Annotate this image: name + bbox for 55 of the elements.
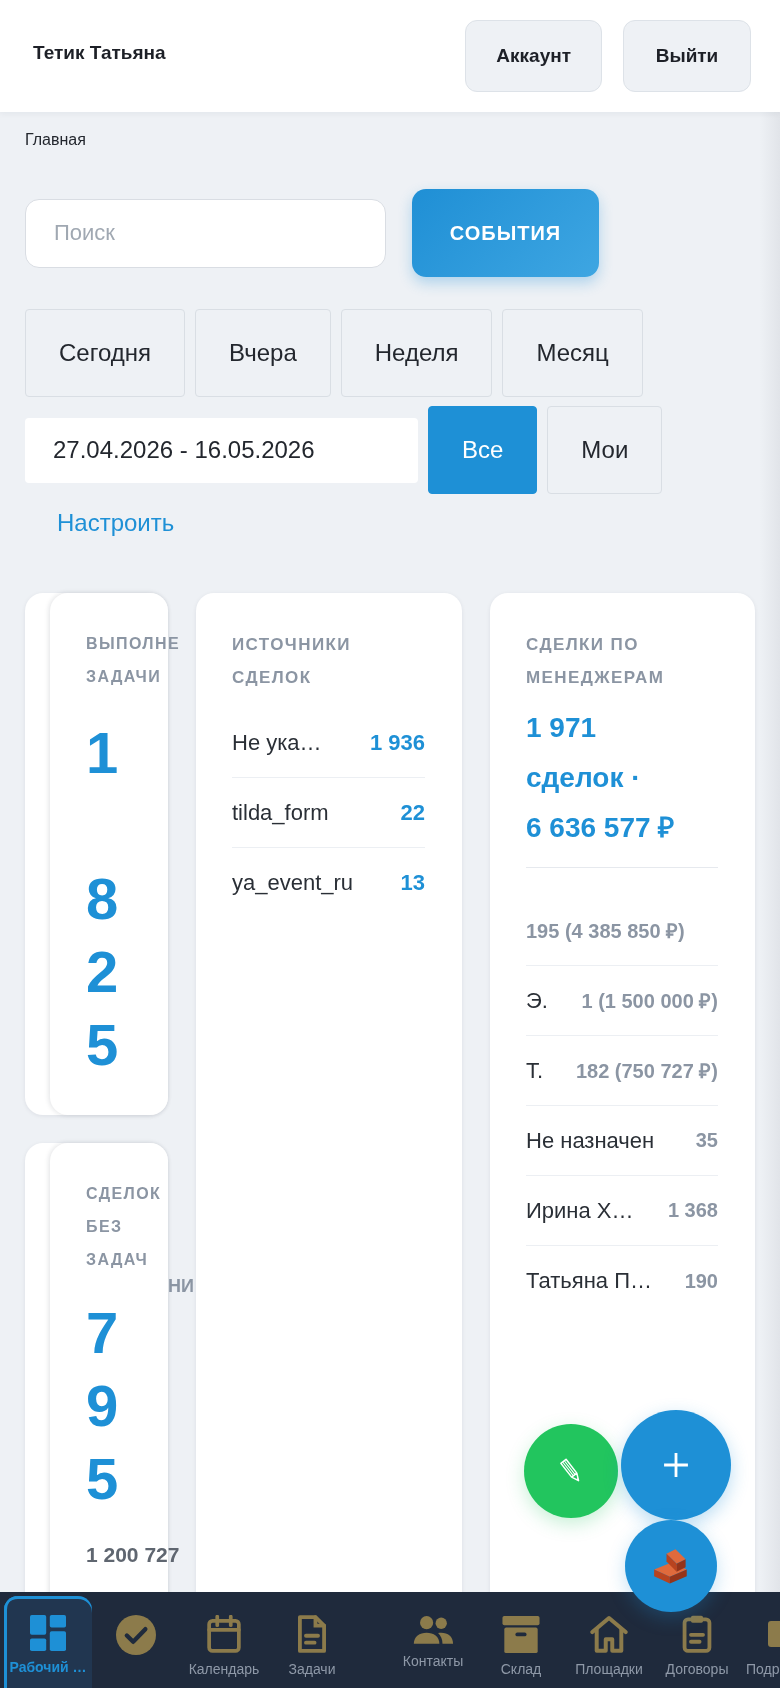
breadcrumb[interactable]: Главная <box>25 130 86 150</box>
stat-value: 795 <box>86 1299 120 1513</box>
manager-name: Не назначен <box>526 1127 655 1154</box>
source-count: 22 <box>400 799 425 826</box>
user-name: Тетик Татьяна <box>33 42 167 64</box>
events-button[interactable]: СОБЫТИЯ <box>412 189 599 277</box>
manager-count: 195 (4 385 850 ₽) <box>526 919 685 944</box>
header-button[interactable]: Аккаунт <box>465 20 602 92</box>
stat-value: 1 825 <box>86 719 120 1079</box>
nav-item[interactable]: Рабочий … <box>4 1596 92 1688</box>
manager-count: 1 368 <box>667 1199 718 1222</box>
plus-icon <box>663 1452 689 1478</box>
manager-name: Т. <box>526 1057 544 1084</box>
period-tab[interactable]: Сегодня <box>25 309 185 397</box>
nav-item[interactable]: Договоры <box>653 1614 741 1688</box>
source-name: Не ука… <box>232 729 322 756</box>
card-title: СДЕЛОК БЕЗ ЗАДАЧ <box>86 1184 162 1270</box>
nav-item[interactable]: Подр <box>741 1614 780 1688</box>
nav-item[interactable]: Задачи <box>268 1614 356 1688</box>
nav-item[interactable]: Контакты <box>389 1614 477 1688</box>
people-icon <box>412 1615 454 1645</box>
scope-tab[interactable]: Все <box>428 406 538 494</box>
house-icon <box>590 1615 628 1653</box>
manager-count: 35 <box>695 1129 718 1152</box>
source-name: ya_event_ru <box>232 870 354 896</box>
manager-name: Э. <box>526 987 548 1014</box>
card-title: СДЕЛКИ ПО МЕНЕДЖЕРАМ <box>526 634 666 689</box>
nav-item[interactable]: Календарь <box>180 1614 268 1688</box>
calendar-icon <box>205 1615 243 1653</box>
nav-item[interactable]: Склад <box>477 1614 565 1688</box>
archive-box-icon <box>502 1615 540 1653</box>
check-circle-icon <box>116 1615 156 1655</box>
card-title: ИСТОЧНИКИ СДЕЛОК <box>232 634 352 689</box>
period-tab[interactable]: Вчера <box>195 309 331 397</box>
scope-tab[interactable]: Мои <box>547 406 663 494</box>
source-name: tilda_form <box>232 799 329 826</box>
manager-name: Татьяна П… <box>526 1268 652 1294</box>
header-button[interactable]: Выйти <box>623 20 751 92</box>
manager-count: 190 <box>684 1269 718 1293</box>
date-range-field[interactable]: 27.04.2026 - 16.05.2026 <box>25 417 418 483</box>
deals-summary: 1 971 сделок · 6 636 577 ₽ <box>526 711 676 845</box>
amount-text: 1 200 727 <box>86 1542 180 1568</box>
card-title: ВЫПОЛНЕ ЗАДАЧИ <box>86 634 181 687</box>
source-count: 13 <box>400 870 425 896</box>
dashboard-icon <box>30 1615 66 1651</box>
text-fragment: НИ <box>168 1276 194 1296</box>
manager-count: 182 (750 727 ₽) <box>575 1059 718 1084</box>
search-field[interactable]: Поиск <box>25 198 386 268</box>
period-tab[interactable]: Месяц <box>502 309 643 397</box>
manager-name: Ирина Х… <box>526 1197 634 1224</box>
manager-count: 1 (1 500 000 ₽) <box>581 989 718 1014</box>
period-tab[interactable]: Неделя <box>340 309 493 397</box>
settings-link[interactable]: Настроить <box>57 508 175 538</box>
source-count: 1 936 <box>369 729 425 756</box>
nav-item[interactable]: Площадки <box>565 1614 653 1688</box>
